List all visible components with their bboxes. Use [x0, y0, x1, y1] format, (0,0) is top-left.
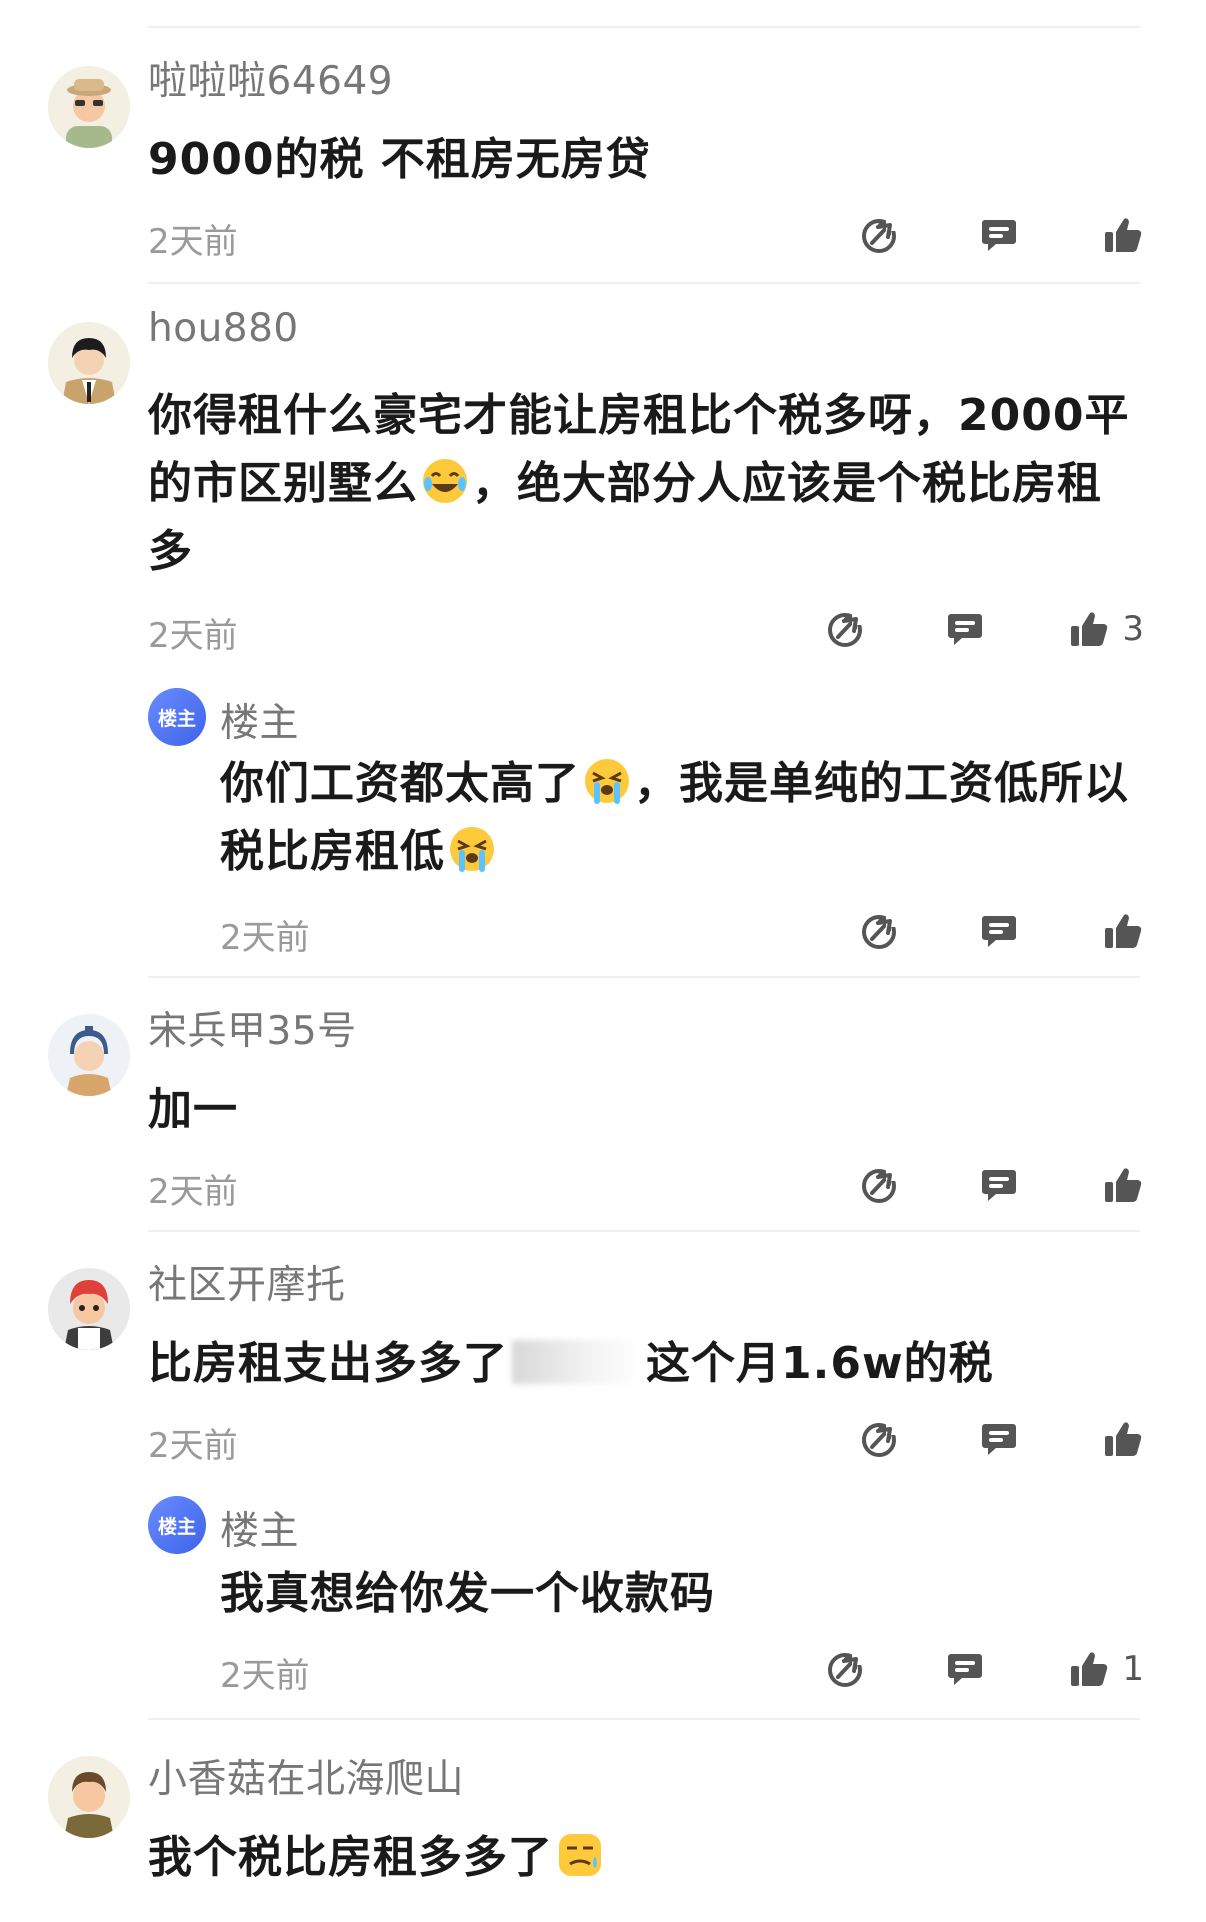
- share-button[interactable]: [858, 1418, 900, 1460]
- comment-actions: [858, 210, 1144, 260]
- comment-icon: [978, 214, 1020, 256]
- username[interactable]: 楼主: [220, 692, 299, 748]
- thumbs-up-icon: [1068, 608, 1110, 650]
- reply-button[interactable]: [978, 1418, 1020, 1460]
- like-button[interactable]: 3: [1068, 608, 1144, 650]
- avatar[interactable]: [48, 66, 130, 148]
- comment-actions: [858, 1414, 1144, 1464]
- like-count: 3: [1122, 609, 1144, 649]
- comment-icon: [944, 608, 986, 650]
- username[interactable]: 啦啦啦64649: [148, 50, 393, 106]
- comment-text: 9000的税 不租房无房贷: [148, 134, 651, 185]
- share-button[interactable]: [824, 608, 866, 650]
- timestamp: 2天前: [148, 616, 238, 656]
- username[interactable]: 宋兵甲35号: [148, 1000, 357, 1056]
- reply-button[interactable]: [978, 214, 1020, 256]
- reply-text: 我真想给你发一个收款码: [220, 1568, 715, 1619]
- top-divider: [148, 26, 1140, 28]
- thumbs-up-icon: [1068, 1648, 1110, 1690]
- share-icon: [858, 910, 900, 952]
- share-icon: [858, 214, 900, 256]
- timestamp: 2天前: [148, 1172, 238, 1212]
- owner-badge: 楼主: [148, 688, 206, 746]
- thumbs-up-icon: [1102, 1164, 1144, 1206]
- share-button[interactable]: [858, 910, 900, 952]
- reply-actions: 1: [824, 1644, 1144, 1694]
- divider: [148, 1718, 1140, 1720]
- laugh-cry-emoji-icon: [420, 456, 470, 506]
- share-icon: [858, 1418, 900, 1460]
- comment-text: 比房租支出多多了 这个月1.6w的税: [148, 1330, 1144, 1398]
- avatar[interactable]: [48, 1756, 130, 1838]
- avatar[interactable]: [48, 1014, 130, 1096]
- share-icon: [858, 1164, 900, 1206]
- comment-icon: [978, 910, 1020, 952]
- share-icon: [824, 1648, 866, 1690]
- username[interactable]: 楼主: [220, 1500, 299, 1556]
- like-button[interactable]: 1: [1068, 1648, 1144, 1690]
- share-button[interactable]: [858, 1164, 900, 1206]
- sweat-emoji-icon: [555, 1830, 605, 1880]
- timestamp: 2天前: [220, 918, 310, 958]
- reply-text: 你们工资都太高了 ，我是单纯的工资低所以税比房租低: [220, 750, 1144, 886]
- blurred-region: [512, 1340, 642, 1384]
- comment-text: 你得租什么豪宅才能让房租比个税多呀，2000平的市区别墅么 ，绝大部分人应该是个税…: [148, 382, 1144, 586]
- like-button[interactable]: [1102, 1418, 1144, 1460]
- reply-button[interactable]: [978, 910, 1020, 952]
- reply-button[interactable]: [944, 608, 986, 650]
- username[interactable]: 小香菇在北海爬山: [148, 1748, 464, 1804]
- comment-icon: [944, 1648, 986, 1690]
- reply-actions: [858, 906, 1144, 956]
- crying-emoji-icon: [582, 756, 632, 806]
- crying-emoji-icon: [447, 824, 497, 874]
- divider: [148, 976, 1140, 978]
- like-count: 1: [1122, 1649, 1144, 1689]
- thumbs-up-icon: [1102, 910, 1144, 952]
- timestamp: 2天前: [148, 1426, 238, 1466]
- thumbs-up-icon: [1102, 1418, 1144, 1460]
- share-icon: [824, 608, 866, 650]
- username[interactable]: 社区开摩托: [148, 1254, 346, 1310]
- comment-text-part: 比房租支出多多了: [148, 1338, 508, 1389]
- comment-icon: [978, 1418, 1020, 1460]
- comment-text-part: 这个月1.6w的税: [646, 1338, 994, 1389]
- reply-button[interactable]: [978, 1164, 1020, 1206]
- divider: [148, 282, 1140, 284]
- comment-text: 我个税比房租多多了: [148, 1824, 1144, 1892]
- reply-button[interactable]: [944, 1648, 986, 1690]
- divider: [148, 1230, 1140, 1232]
- reply-text-part: 你们工资都太高了: [220, 758, 580, 809]
- comment-actions: 3: [824, 604, 1144, 654]
- comment-text-part: 我个税比房租多多了: [148, 1832, 553, 1883]
- username[interactable]: hou880: [148, 306, 299, 351]
- avatar[interactable]: [48, 1268, 130, 1350]
- like-button[interactable]: [1102, 214, 1144, 256]
- comment-icon: [978, 1164, 1020, 1206]
- timestamp: 2天前: [220, 1656, 310, 1696]
- timestamp: 2天前: [148, 222, 238, 262]
- like-button[interactable]: [1102, 910, 1144, 952]
- avatar[interactable]: [48, 322, 130, 404]
- thumbs-up-icon: [1102, 214, 1144, 256]
- share-button[interactable]: [858, 214, 900, 256]
- comment-actions: [858, 1160, 1144, 1210]
- like-button[interactable]: [1102, 1164, 1144, 1206]
- owner-badge: 楼主: [148, 1496, 206, 1554]
- share-button[interactable]: [824, 1648, 866, 1690]
- comment-text: 加一: [148, 1084, 238, 1135]
